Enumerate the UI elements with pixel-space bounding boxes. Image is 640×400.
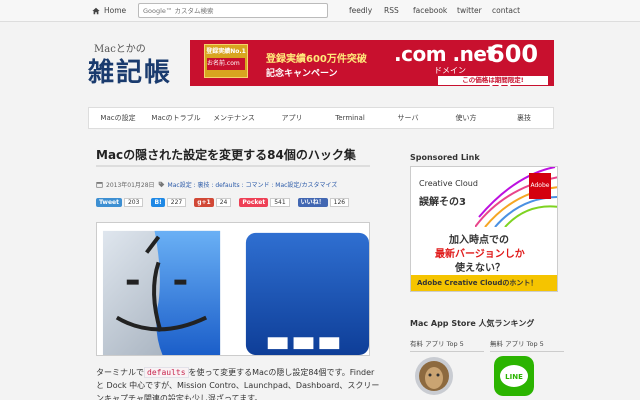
banner-badge-text: 登録実績No.1	[206, 48, 246, 55]
ad-brand: Creative Cloud	[419, 179, 478, 188]
tweet-label: Tweet	[96, 198, 122, 207]
nav-item-howto[interactable]: 使い方	[437, 108, 495, 128]
svg-text:LINE: LINE	[505, 373, 523, 381]
excerpt-pre: ターミナルで	[96, 368, 144, 377]
defaults-code: defaults	[144, 367, 189, 378]
twitter-link[interactable]: twitter	[457, 6, 482, 15]
pocket-label: Pocket	[239, 198, 269, 207]
pocket-button[interactable]: Pocket 541	[239, 198, 290, 207]
tweet-button[interactable]: Tweet 203	[96, 198, 144, 207]
post-title[interactable]: Macの隠された設定を変更する84個のハック集	[96, 146, 356, 163]
gplus-count: 24	[215, 198, 232, 207]
home-label: Home	[104, 6, 127, 15]
banner-domain: .com .net	[394, 42, 496, 66]
nav-item-mac-trouble[interactable]: Macのトラブル	[147, 108, 205, 128]
social-buttons: Tweet 203 B! 227 g+1 24 Pocket 541 いいね！ …	[96, 198, 350, 207]
feedly-link[interactable]: feedly	[349, 6, 372, 15]
facebook-like-count: 126	[329, 198, 350, 207]
home-icon	[92, 7, 100, 14]
main-nav: Macの設定 Macのトラブル メンテナンス アプリ Terminal サーバ …	[88, 107, 554, 129]
adobe-ad[interactable]: Creative Cloud 誤解その3 Adobe 加入時点での 最新バージョ…	[410, 166, 558, 292]
line-icon: LINE	[494, 356, 534, 396]
hatena-label: B!	[151, 198, 165, 207]
post-excerpt: ターミナルで defaults を使って変更するMacの隠し設定84個です。Find…	[96, 366, 384, 400]
search-input[interactable]	[139, 4, 327, 17]
ranking-heading: Mac App Store 人気ランキング	[410, 319, 535, 328]
ad-line1: 加入時点での	[449, 235, 509, 246]
line-app-icon[interactable]: LINE	[494, 356, 534, 396]
gplus-button[interactable]: g+1 24	[194, 198, 232, 207]
finder-icon	[97, 223, 369, 355]
calendar-icon	[96, 182, 103, 188]
banner-badge: 登録実績No.1 お名前.com	[204, 44, 248, 78]
pocket-count: 541	[270, 198, 290, 207]
banner-line2: 記念キャンペーン	[266, 69, 338, 79]
post-hero-image	[96, 222, 370, 356]
home-link[interactable]: Home	[92, 6, 126, 15]
nav-item-mac-settings[interactable]: Macの設定	[89, 108, 147, 128]
nav-item-server[interactable]: サーバ	[379, 108, 437, 128]
nav-item-maintenance[interactable]: メンテナンス	[205, 108, 263, 128]
nav-item-terminal[interactable]: Terminal	[321, 108, 379, 128]
hatena-count: 227	[166, 198, 187, 207]
hatena-button[interactable]: B! 227	[151, 198, 187, 207]
facebook-like-label: いいね！	[297, 198, 328, 207]
tab-free-apps[interactable]: 無料 アプリ Top 5	[490, 338, 564, 352]
mountain-lion-app-icon[interactable]	[414, 356, 454, 396]
title-divider	[96, 165, 370, 167]
banner-logo: お名前.com	[207, 58, 245, 70]
ad-banner[interactable]: 登録実績No.1 お名前.com 登録実績600万件突破 記念キャンペーン .c…	[190, 40, 554, 86]
site-title[interactable]: 雑記帳	[88, 52, 172, 89]
gplus-label: g+1	[194, 198, 214, 207]
rss-link[interactable]: RSS	[384, 6, 399, 15]
facebook-like-button[interactable]: いいね！ 126	[297, 198, 350, 207]
ad-headline: 誤解その3	[419, 197, 466, 208]
tag-icon	[158, 181, 164, 188]
facebook-link[interactable]: facebook	[413, 6, 447, 15]
nav-item-apps[interactable]: アプリ	[263, 108, 321, 128]
adobe-logo: Adobe	[529, 173, 551, 199]
tweet-count: 203	[123, 198, 144, 207]
contact-link[interactable]: contact	[492, 6, 520, 15]
tab-paid-apps[interactable]: 有料 アプリ Top 5	[410, 338, 484, 352]
post-date: 2013年01月28日	[106, 182, 155, 189]
ad-line2: 最新バージョンしか	[435, 249, 525, 260]
post-tags[interactable]: Mac設定 : 裏技 : defaults : コマンド : Mac設定/カスタ…	[168, 180, 338, 189]
banner-domain-jp: ドメイン	[434, 66, 466, 75]
top-bar: Home feedly RSS facebook twitter contact	[0, 0, 640, 22]
post-meta: 2013年01月28日 Mac設定 : 裏技 : defaults : コマンド…	[96, 180, 337, 189]
banner-limit: この価格は期間限定!	[438, 76, 548, 85]
ad-line3: 使えない？	[455, 263, 505, 274]
ad-footer[interactable]: Adobe Creative Cloudのホント！	[411, 275, 557, 291]
nav-item-tricks[interactable]: 裏技	[495, 108, 553, 128]
banner-line1: 登録実績600万件突破	[266, 54, 367, 65]
search-box[interactable]	[138, 3, 328, 18]
sponsored-heading: Sponsored Link	[410, 153, 480, 162]
mountain-lion-icon	[415, 357, 453, 395]
